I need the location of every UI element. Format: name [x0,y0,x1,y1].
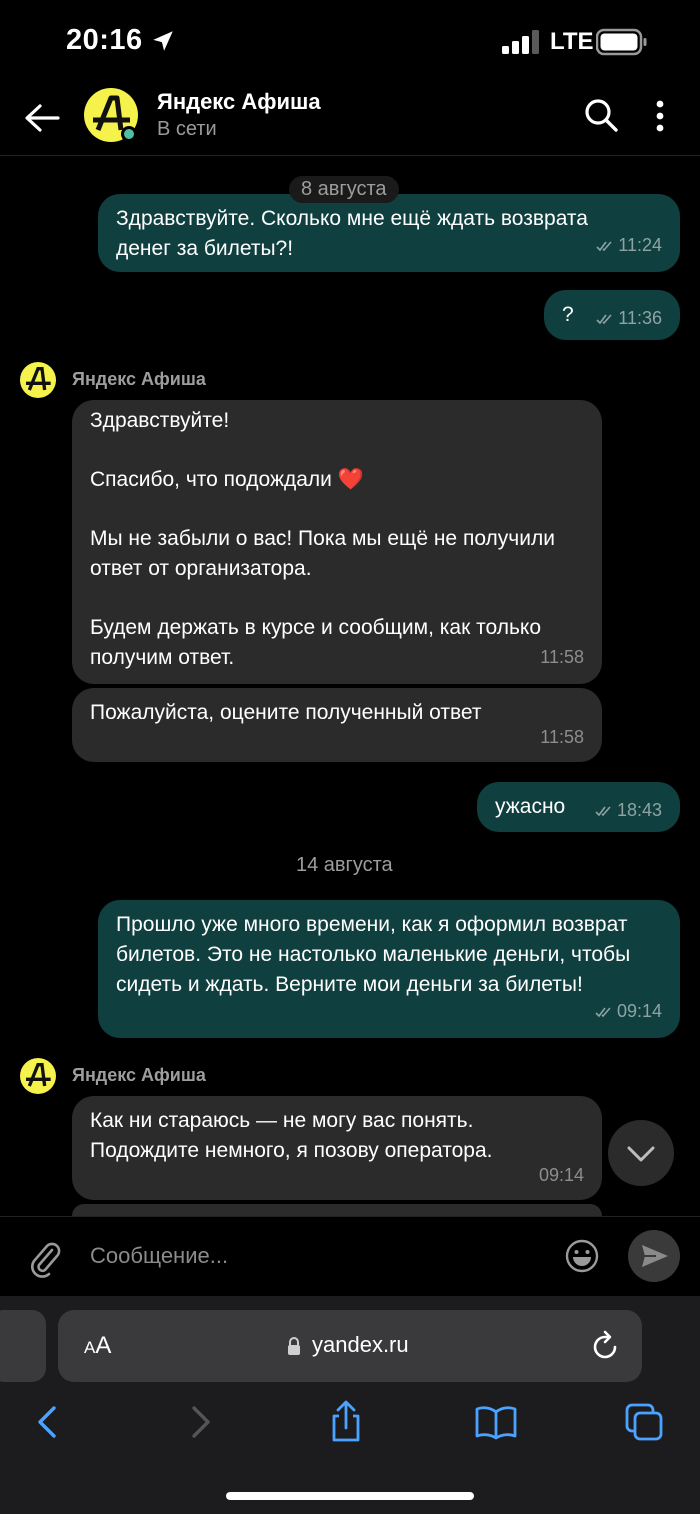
network-type: LTE [550,28,594,55]
message-input[interactable] [90,1238,540,1274]
battery-icon [596,28,647,56]
browser-forward-icon[interactable] [178,1400,222,1444]
message-text: Здравствуйте. Сколько мне ещё ждать возв… [116,207,588,260]
url-text: yandex.ru [312,1332,409,1357]
message-text: ужасно [495,795,566,818]
message-incoming[interactable]: Как ни стараюсь — не могу вас понять. По… [72,1096,602,1200]
chevron-down-icon [627,1146,655,1162]
bookmarks-icon[interactable] [474,1400,518,1444]
lock-icon [288,1337,300,1355]
next-message-peek [72,1204,602,1216]
message-time: 11:58 [540,727,584,747]
previous-tab-preview[interactable] [0,1310,46,1382]
date-separator: 8 августа [289,176,399,203]
status-time: 20:16 [66,24,143,56]
send-button[interactable] [628,1230,680,1282]
chat-status: В сети [157,118,217,140]
chat-title[interactable]: Яндекс Афиша [157,89,321,115]
date-separator: 14 августа [296,854,393,876]
tabs-icon[interactable] [622,1400,666,1444]
search-icon[interactable] [582,96,620,134]
home-indicator[interactable] [226,1492,474,1500]
double-check-icon [595,806,611,817]
browser-back-icon[interactable] [26,1400,70,1444]
emoji-icon[interactable] [564,1238,600,1274]
send-arrow-icon [642,1245,668,1267]
share-icon[interactable] [324,1400,368,1444]
afisha-logo-icon [26,367,51,391]
message-time: 09:14 [538,1165,584,1185]
message-time: 09:14 [595,996,662,1026]
double-check-icon [596,314,612,325]
message-time: 11:36 [596,303,662,333]
text-size-button[interactable]: AA [84,1332,111,1360]
paperclip-icon[interactable] [28,1238,62,1278]
afisha-logo-icon [26,1063,51,1087]
message-paragraph: Мы не забыли о вас! Пока мы ещё не получ… [90,527,555,580]
message-paragraph: Здравствуйте! [90,409,230,432]
message-text: ? [562,303,574,326]
sender-name: Яндекс Афиша [72,369,206,389]
message-text: Как ни стараюсь — не могу вас понять. По… [90,1109,493,1162]
message-outgoing[interactable]: ужасно 18:43 [477,782,680,832]
message-text: Прошло уже много времени, как я оформил … [116,913,631,996]
double-check-icon [595,1007,611,1018]
sender-avatar[interactable] [20,362,56,398]
scroll-down-button[interactable] [608,1120,674,1186]
message-outgoing[interactable]: ? 11:36 [544,290,680,340]
sender-avatar[interactable] [20,1058,56,1094]
online-indicator [121,126,137,142]
message-incoming[interactable]: Пожалуйста, оцените полученный ответ 11:… [72,688,602,762]
back-arrow-icon[interactable] [22,98,62,138]
message-incoming[interactable]: Здравствуйте! Спасибо, что подождали ❤️ … [72,400,602,684]
cellular-signal-icon [502,30,539,54]
location-arrow-icon [153,31,173,51]
message-outgoing[interactable]: Здравствуйте. Сколько мне ещё ждать возв… [98,194,680,272]
message-paragraph: Спасибо, что подождали ❤️ [90,468,364,491]
sender-name: Яндекс Афиша [72,1065,206,1085]
double-check-icon [596,241,612,252]
message-paragraph: Будем держать в курсе и сообщим, как тол… [90,616,542,669]
message-time: 18:43 [595,795,662,825]
message-time: 11:58 [540,647,584,667]
message-time: 11:24 [596,230,662,260]
reload-icon[interactable] [590,1330,620,1362]
message-outgoing[interactable]: Прошло уже много времени, как я оформил … [98,900,680,1038]
message-text: Пожалуйста, оцените полученный ответ [90,701,482,724]
more-menu-icon[interactable] [650,96,670,136]
